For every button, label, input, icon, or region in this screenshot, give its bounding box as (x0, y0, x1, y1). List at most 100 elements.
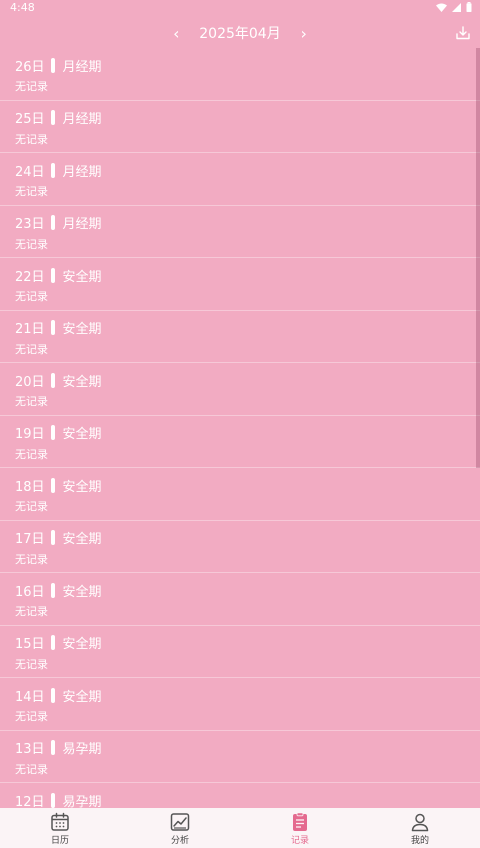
record-day: 14日 (15, 689, 45, 705)
record-status: 无记录 (15, 657, 48, 671)
record-phase: 月经期 (62, 164, 102, 180)
record-item[interactable]: 17日 安全期 无记录 (0, 521, 480, 573)
month-title: 2025年04月 (199, 26, 281, 42)
status-time: 4:48 (10, 0, 35, 14)
record-item[interactable]: 14日 安全期 无记录 (0, 678, 480, 731)
record-day: 24日 (15, 164, 45, 180)
record-header: 25日 月经期 (15, 109, 465, 127)
record-item[interactable]: 23日 月经期 无记录 (0, 206, 480, 258)
record-header: 21日 安全期 (15, 319, 465, 337)
record-status: 无记录 (15, 185, 48, 198)
record-phase: 安全期 (62, 584, 102, 600)
bottom-nav: 日历 分析 记录 我的 (0, 808, 480, 848)
phase-marker (50, 162, 55, 178)
record-status: 无记录 (15, 552, 48, 566)
record-day: 20日 (15, 374, 45, 390)
record-day: 21日 (15, 322, 45, 337)
nav-label-profile: 我的 (410, 836, 429, 846)
record-item[interactable]: 24日 月经期 无记录 (0, 153, 480, 206)
record-day: 16日 (15, 584, 45, 600)
record-status: 无记录 (15, 447, 48, 461)
download-button[interactable] (456, 25, 470, 44)
record-item[interactable]: 21日 安全期 无记录 (0, 311, 480, 363)
record-item[interactable]: 13日 易孕期 无记录 (0, 731, 480, 783)
status-icons (436, 2, 472, 12)
record-header: 17日 安全期 (15, 529, 465, 547)
record-day: 23日 (15, 217, 45, 232)
month-nav: ‹ 2025年04月 › (169, 23, 310, 43)
record-header: 12日 易孕期 (15, 791, 465, 808)
phase-marker (50, 792, 55, 808)
record-header: 18日 安全期 (15, 476, 465, 495)
record-day: 22日 (15, 269, 45, 285)
phase-marker (50, 582, 55, 598)
phase-marker (50, 425, 55, 440)
nav-label-records: 记录 (290, 836, 309, 846)
phase-marker (50, 372, 55, 388)
record-status: 无记录 (15, 395, 48, 408)
record-item[interactable]: 15日 安全期 无记录 (0, 626, 480, 678)
record-phase: 安全期 (62, 427, 102, 442)
notes-icon (293, 812, 307, 831)
record-item[interactable]: 26日 月经期 无记录 (0, 48, 480, 101)
record-header: 19日 安全期 (15, 424, 465, 442)
record-phase: 月经期 (62, 59, 102, 75)
record-status: 无记录 (15, 132, 48, 146)
nav-records[interactable]: 记录 (240, 808, 360, 848)
record-item[interactable]: 12日 易孕期 无记录 (0, 783, 480, 808)
nav-profile[interactable]: 我的 (360, 808, 480, 848)
record-phase: 安全期 (62, 637, 102, 652)
record-header: 24日 月经期 (15, 161, 465, 180)
nav-analysis[interactable]: 分析 (120, 808, 240, 848)
record-status: 无记录 (15, 290, 48, 303)
record-header: 23日 月经期 (15, 214, 465, 232)
record-status: 无记录 (15, 762, 48, 776)
record-phase: 安全期 (62, 269, 102, 285)
record-status: 无记录 (15, 500, 48, 513)
record-status: 无记录 (15, 710, 48, 723)
record-header: 22日 安全期 (15, 266, 465, 285)
scrollbar[interactable] (476, 48, 480, 468)
record-day: 12日 (15, 794, 45, 809)
prev-month-button[interactable]: ‹ (169, 24, 183, 43)
record-header: 16日 安全期 (15, 581, 465, 600)
record-header: 20日 安全期 (15, 371, 465, 390)
record-status: 无记录 (15, 237, 48, 251)
record-day: 18日 (15, 479, 45, 495)
record-item[interactable]: 16日 安全期 无记录 (0, 573, 480, 626)
chart-icon (170, 813, 190, 831)
nav-label-analysis: 分析 (170, 836, 189, 846)
person-icon (411, 813, 429, 832)
record-item[interactable]: 19日 安全期 无记录 (0, 416, 480, 468)
record-status: 无记录 (15, 605, 48, 618)
record-phase: 安全期 (62, 532, 102, 547)
record-item[interactable]: 18日 安全期 无记录 (0, 468, 480, 521)
status-bar: 4:48 (0, 0, 480, 14)
record-item[interactable]: 25日 月经期 无记录 (0, 101, 480, 153)
record-phase: 易孕期 (62, 794, 102, 809)
phase-marker (50, 57, 55, 73)
record-phase: 月经期 (62, 217, 102, 232)
record-day: 17日 (15, 532, 45, 547)
record-item[interactable]: 22日 安全期 无记录 (0, 258, 480, 311)
phase-marker (50, 635, 55, 650)
record-phase: 安全期 (62, 689, 102, 705)
next-month-button[interactable]: › (297, 24, 311, 43)
nav-calendar[interactable]: 日历 (0, 808, 120, 848)
record-phase: 月经期 (62, 112, 102, 127)
calendar-icon (51, 812, 69, 831)
record-status: 无记录 (15, 80, 48, 93)
record-status: 无记录 (15, 342, 48, 356)
header: ‹ 2025年04月 › (0, 18, 480, 48)
record-phase: 安全期 (62, 374, 102, 390)
phase-marker (50, 477, 55, 493)
record-list[interactable]: 26日 月经期 无记录 25日 月经期 无记录 24日 月经期 无记录 23日 (0, 48, 480, 808)
phase-marker (50, 110, 55, 125)
record-header: 15日 安全期 (15, 634, 465, 652)
phase-marker (50, 215, 55, 230)
record-phase: 安全期 (62, 322, 102, 337)
record-header: 13日 易孕期 (15, 739, 465, 757)
record-day: 25日 (15, 112, 45, 127)
record-item[interactable]: 20日 安全期 无记录 (0, 363, 480, 416)
signal-icon (452, 2, 461, 12)
